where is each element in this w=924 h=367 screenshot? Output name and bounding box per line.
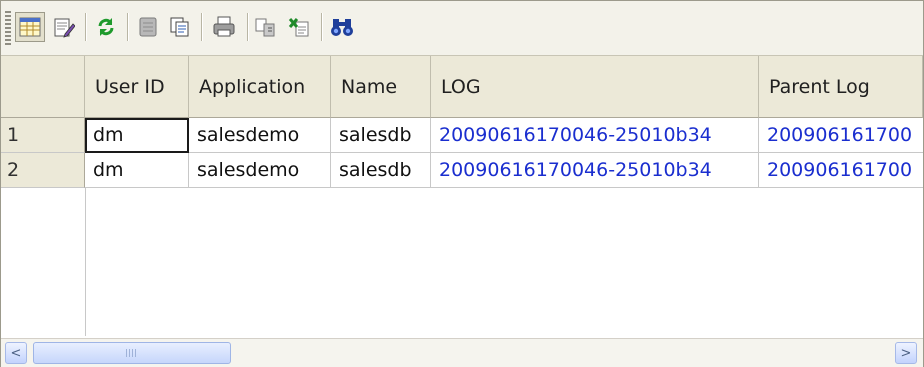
column-header-log[interactable]: LOG: [431, 56, 759, 118]
cell-parent-log-link[interactable]: 200906161700: [759, 153, 923, 188]
excel-icon: [288, 18, 309, 37]
empty-row-area: [1, 188, 86, 336]
scroll-right-button[interactable]: >: [895, 342, 917, 364]
toolbar-separator: [321, 13, 323, 41]
export-button[interactable]: [251, 12, 281, 42]
excel-button[interactable]: [285, 12, 315, 42]
notepad-pencil-icon: [54, 18, 75, 38]
memo-button[interactable]: [133, 12, 163, 42]
print-button[interactable]: [209, 12, 239, 42]
copy-button[interactable]: [165, 12, 195, 42]
find-button[interactable]: [327, 12, 357, 42]
toolbar-separator: [127, 13, 129, 41]
toolbar-separator: [201, 13, 203, 41]
results-grid: User ID Application Name LOG Parent Log …: [1, 56, 923, 336]
refresh-button[interactable]: [91, 12, 121, 42]
export-icon: [255, 18, 275, 37]
grid-view-button[interactable]: [15, 12, 45, 42]
corner-header: [1, 56, 85, 118]
cell-name[interactable]: salesdb: [331, 153, 431, 188]
toolbar-separator: [85, 13, 87, 41]
grip-icon: [126, 349, 138, 357]
toolbar: [1, 1, 923, 56]
row-number[interactable]: 1: [1, 118, 85, 153]
toolbar-separator: [247, 13, 249, 41]
cell-application[interactable]: salesdemo: [189, 153, 331, 188]
cell-user-id[interactable]: dm: [85, 118, 189, 153]
column-header-user-id[interactable]: User ID: [85, 56, 189, 118]
data-grid-window: User ID Application Name LOG Parent Log …: [0, 0, 924, 367]
copy-icon: [170, 17, 189, 37]
toolbar-grip[interactable]: [5, 11, 11, 47]
scroll-left-button[interactable]: <: [5, 342, 27, 364]
cell-log-link[interactable]: 20090616170046-25010b34: [431, 153, 759, 188]
binoculars-icon: [331, 19, 353, 36]
cell-parent-log-link[interactable]: 200906161700: [759, 118, 923, 153]
column-header-application[interactable]: Application: [189, 56, 331, 118]
refresh-icon: [98, 18, 114, 36]
cell-name[interactable]: salesdb: [331, 118, 431, 153]
cell-log-link[interactable]: 20090616170046-25010b34: [431, 118, 759, 153]
printer-icon: [213, 16, 235, 37]
scroll-thumb[interactable]: [33, 342, 231, 364]
note-icon: [139, 17, 157, 37]
chevron-left-icon: <: [10, 345, 22, 361]
cell-user-id[interactable]: dm: [85, 153, 189, 188]
horizontal-scrollbar[interactable]: < >: [1, 338, 923, 367]
edit-form-button[interactable]: [49, 12, 79, 42]
column-header-parent-log[interactable]: Parent Log: [759, 56, 923, 118]
row-number[interactable]: 2: [1, 153, 85, 188]
chevron-right-icon: >: [900, 345, 912, 361]
column-header-name[interactable]: Name: [331, 56, 431, 118]
cell-application[interactable]: salesdemo: [189, 118, 331, 153]
table-icon: [19, 17, 41, 37]
